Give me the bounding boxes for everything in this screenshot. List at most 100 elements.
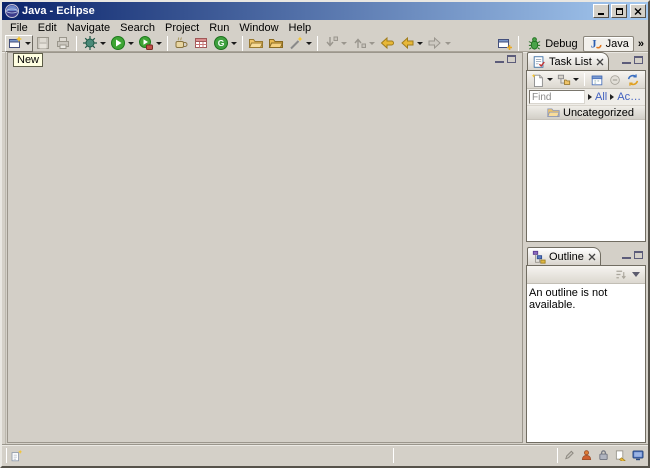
- menu-project[interactable]: Project: [160, 21, 204, 35]
- menu-edit[interactable]: Edit: [33, 21, 62, 35]
- print-icon: [57, 37, 69, 49]
- filter-activated-arrow-icon[interactable]: [610, 94, 615, 100]
- open-perspective-button[interactable]: [495, 35, 515, 52]
- menu-window[interactable]: Window: [234, 21, 283, 35]
- left-trim: [2, 52, 6, 444]
- filter-activated-link[interactable]: Activat...: [617, 91, 643, 103]
- web-grid-icon: [195, 38, 207, 48]
- menu-file[interactable]: File: [5, 21, 33, 35]
- tray-edit-icon[interactable]: [564, 449, 575, 461]
- tray-user-icon[interactable]: [581, 449, 592, 461]
- run-dropdown-icon[interactable]: [128, 41, 134, 45]
- outline-tab-label: Outline: [549, 250, 584, 263]
- window-controls: [593, 4, 646, 18]
- main-toolbar: G Debug J Java »: [2, 34, 648, 52]
- perspective-java-button[interactable]: J Java: [582, 35, 634, 52]
- categorize-button[interactable]: [555, 71, 581, 88]
- status-bar: [2, 444, 648, 466]
- status-task-icon[interactable]: [10, 449, 23, 465]
- java-cup-button[interactable]: [171, 35, 191, 52]
- maximize-task-list-icon[interactable]: [634, 56, 643, 64]
- new-task-icon: [531, 73, 543, 87]
- task-list-area[interactable]: [527, 120, 645, 240]
- perspective-debug-button[interactable]: Debug: [522, 36, 582, 52]
- print-button: [53, 35, 73, 52]
- open-folder-alt-button[interactable]: [266, 35, 286, 52]
- maximize-outline-icon[interactable]: [634, 251, 643, 259]
- outline-toolbar: [527, 266, 645, 284]
- new-task-dropdown-icon[interactable]: [547, 78, 553, 81]
- back-dropdown-icon[interactable]: [417, 41, 423, 45]
- toolbar-separator: [242, 35, 243, 51]
- open-folder-button[interactable]: [246, 35, 266, 52]
- last-edit-location-button[interactable]: [377, 35, 397, 52]
- filter-all-arrow-icon[interactable]: [588, 94, 592, 100]
- new-task-button[interactable]: [529, 71, 555, 88]
- debug-perspective-icon: [528, 37, 541, 50]
- forward-dropdown-icon: [445, 41, 451, 45]
- external-tools-dropdown-icon[interactable]: [156, 41, 162, 45]
- status-divider: [6, 448, 7, 463]
- window-title: Java - Eclipse: [22, 5, 95, 17]
- forward-icon: [428, 36, 441, 50]
- wand-button[interactable]: [286, 35, 314, 52]
- run-button[interactable]: [108, 35, 136, 52]
- menu-search[interactable]: Search: [115, 21, 160, 35]
- category-row-uncategorized[interactable]: Uncategorized: [527, 106, 645, 120]
- workbench-content: Task List Find All Activ Uncategorized O…: [2, 52, 648, 444]
- new-wizard-dropdown-icon[interactable]: [25, 41, 31, 45]
- back-button[interactable]: [397, 35, 425, 52]
- toolbar-separator: [76, 35, 77, 51]
- tray-console-icon[interactable]: [632, 449, 644, 461]
- minimize-task-list-icon[interactable]: [622, 56, 631, 64]
- editor-area[interactable]: [7, 52, 523, 443]
- synchronize-button[interactable]: [624, 71, 642, 88]
- outline-tab-row: Outline: [526, 247, 646, 265]
- outline-view: Outline An outline is not available.: [526, 247, 646, 443]
- forward-button: [425, 35, 453, 52]
- new-class-button[interactable]: G: [211, 35, 239, 52]
- debug-dropdown-icon[interactable]: [100, 41, 106, 45]
- schedule-button[interactable]: [588, 71, 606, 88]
- web-grid-button[interactable]: [191, 35, 211, 52]
- svg-text:G: G: [218, 38, 225, 48]
- close-task-list-icon[interactable]: [596, 58, 604, 66]
- wand-dropdown-icon[interactable]: [306, 41, 312, 45]
- task-list-find-row: All Activat...: [527, 89, 645, 106]
- close-button[interactable]: [630, 4, 646, 18]
- titlebar[interactable]: Java - Eclipse: [2, 2, 648, 20]
- tray-lock-icon[interactable]: [598, 449, 609, 461]
- toolbar-separator: [584, 73, 585, 86]
- tray-log-icon[interactable]: [615, 449, 626, 461]
- close-outline-icon[interactable]: [588, 253, 596, 261]
- task-list-tab[interactable]: Task List: [527, 52, 609, 70]
- perspective-overflow-chevron[interactable]: »: [638, 38, 644, 50]
- categorize-icon: [557, 74, 571, 85]
- next-annotation-button: [321, 35, 349, 52]
- new-class-dropdown-icon[interactable]: [231, 41, 237, 45]
- hide-completed-button: [606, 71, 624, 88]
- previous-annotation-icon: [354, 38, 366, 48]
- previous-annotation-button: [349, 35, 377, 52]
- menu-run[interactable]: Run: [204, 21, 234, 35]
- debug-button[interactable]: [80, 35, 108, 52]
- categorize-dropdown-icon[interactable]: [573, 78, 579, 81]
- task-list-toolbar: [527, 71, 645, 89]
- minimize-editor-icon[interactable]: [495, 55, 504, 63]
- external-tools-button[interactable]: [136, 35, 164, 52]
- view-menu-icon[interactable]: [645, 77, 646, 82]
- category-label: Uncategorized: [563, 106, 634, 119]
- menu-help[interactable]: Help: [284, 21, 317, 35]
- outline-tab[interactable]: Outline: [527, 247, 601, 265]
- new-wizard-button[interactable]: [5, 34, 33, 52]
- menu-navigate[interactable]: Navigate: [62, 21, 115, 35]
- minimize-outline-icon[interactable]: [622, 251, 631, 259]
- external-tools-icon: [139, 36, 153, 50]
- find-input[interactable]: [529, 90, 585, 104]
- maximize-button[interactable]: [611, 4, 627, 18]
- view-menu-icon[interactable]: [632, 272, 640, 277]
- maximize-editor-icon[interactable]: [507, 55, 516, 63]
- filter-all-link[interactable]: All: [595, 91, 607, 103]
- minimize-button[interactable]: [593, 4, 609, 18]
- last-edit-location-icon: [380, 36, 394, 50]
